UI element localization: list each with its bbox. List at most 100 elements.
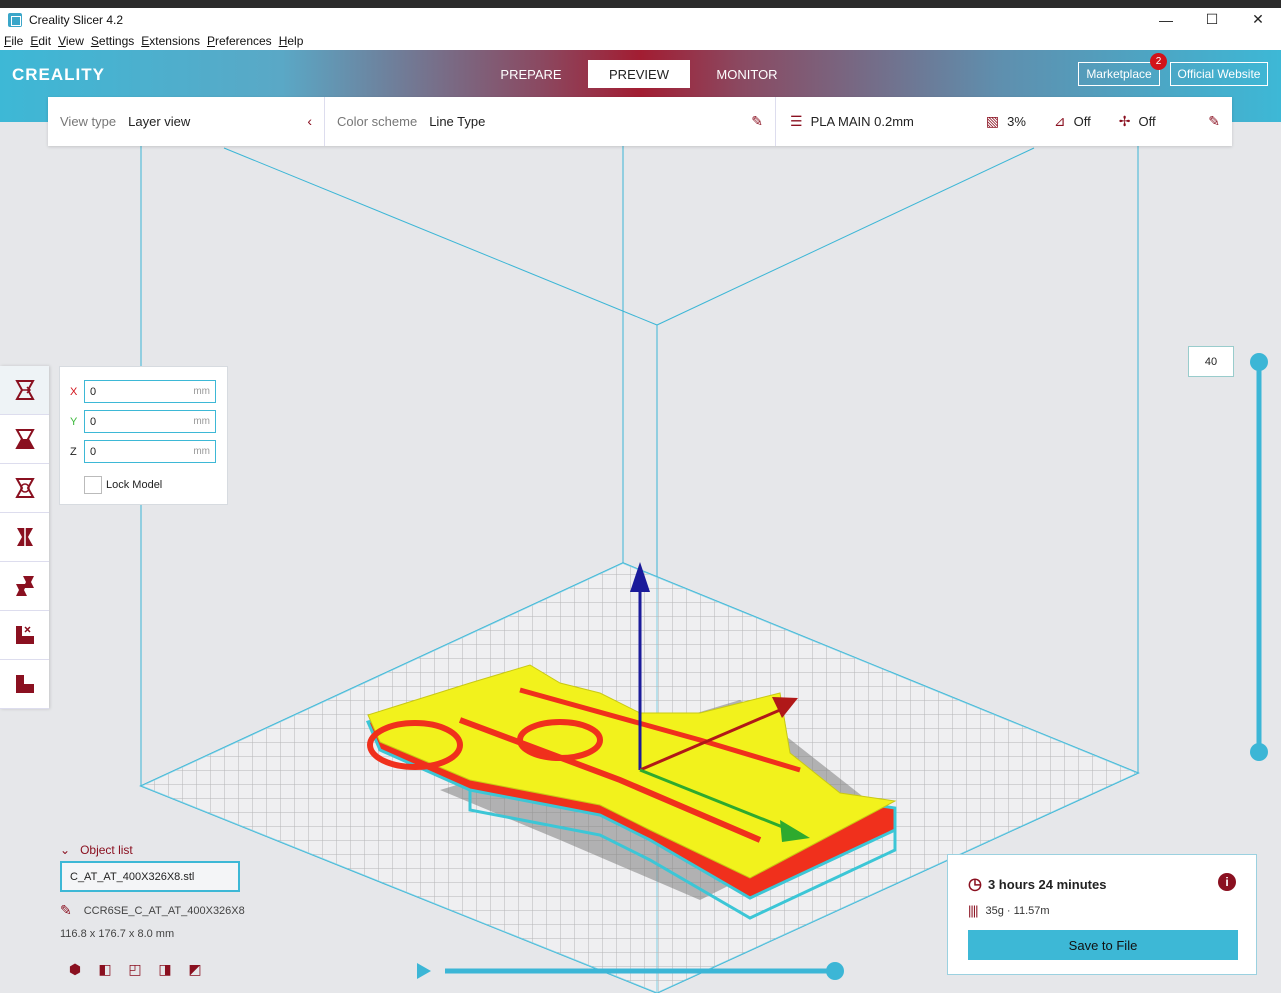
infill-icon: ▧ [985, 113, 1000, 129]
print-time-row: ◷ 3 hours 24 minutes [968, 874, 1106, 894]
window-title: Creality Slicer 4.2 [29, 12, 124, 27]
view-right-icon[interactable]: ◩ [180, 960, 210, 978]
menu-edit[interactable]: Edit [26, 34, 54, 48]
color-scheme-value: Line Type [429, 114, 486, 129]
left-toolbar [0, 366, 49, 709]
view-front-icon[interactable]: ◧ [90, 960, 120, 978]
x-coordinate-row: X 0 mm [70, 380, 216, 403]
tab-monitor[interactable]: MONITOR [696, 60, 798, 88]
menu-extensions[interactable]: Extensions [137, 34, 203, 48]
y-coordinate-input[interactable]: 0 mm [84, 410, 216, 433]
marketplace-notification-badge: 2 [1150, 53, 1167, 70]
stage-tabs: PREPARE PREVIEW MONITOR [480, 60, 804, 88]
y-coordinate-row: Y 0 mm [70, 410, 216, 433]
x-value: 0 [90, 385, 97, 398]
support-item: ⊿ Off [1054, 113, 1091, 130]
color-scheme-label: Color scheme [337, 114, 418, 129]
print-time: 3 hours 24 minutes [987, 876, 1107, 892]
x-unit: mm [193, 386, 210, 397]
marketplace-button[interactable]: Marketplace [1078, 62, 1160, 86]
profile-icon: ☰ [790, 113, 803, 129]
title-bar: Creality Slicer 4.2 — ☐ ✕ [0, 0, 1281, 31]
color-scheme-selector[interactable]: Color scheme Line Type ✎ [325, 97, 776, 146]
material-usage: 35g · 11.57m [985, 904, 1050, 917]
menu-view[interactable]: View [54, 34, 87, 48]
chevron-left-icon[interactable]: ‹ [307, 113, 312, 129]
layer-slider [1250, 353, 1268, 761]
view-top-icon[interactable]: ◰ [120, 960, 150, 978]
job-name-row[interactable]: ✎ CCR6SE_C_AT_AT_400X326X8 [60, 902, 300, 919]
move-icon [14, 380, 35, 400]
mirror-tool-button[interactable] [0, 513, 49, 562]
y-label: Y [70, 415, 78, 428]
infill-item: ▧ 3% [986, 113, 1026, 130]
adhesion-item: ✢ Off [1119, 113, 1156, 130]
lay-flat-icon [15, 675, 34, 693]
object-list-toggle[interactable]: ⌄ Object list [60, 843, 300, 857]
minimize-button[interactable]: — [1143, 8, 1189, 31]
official-website-button[interactable]: Official Website [1170, 62, 1268, 86]
z-coordinate-input[interactable]: 0 mm [84, 440, 216, 463]
z-label: Z [70, 445, 77, 458]
z-value: 0 [90, 445, 97, 458]
z-unit: mm [193, 446, 210, 457]
view-type-value: Layer view [128, 114, 191, 129]
layer-number-input[interactable]: 40 [1188, 346, 1234, 377]
clock-icon: ◷ [968, 876, 982, 893]
per-model-settings-icon [15, 576, 34, 596]
move-tool-panel: X 0 mm Y 0 mm Z 0 mm Lock Model [59, 366, 228, 505]
chevron-down-icon: ⌄ [60, 843, 71, 857]
lock-model-label: Lock Model [106, 479, 163, 491]
profile-item: ☰ PLA MAIN 0.2mm [790, 113, 914, 130]
info-icon[interactable]: i [1218, 873, 1236, 891]
menu-preferences[interactable]: Preferences [203, 34, 275, 48]
lock-model-checkbox[interactable] [84, 476, 102, 494]
pencil-icon[interactable]: ✎ [751, 113, 763, 130]
view-settings-panel: View type Layer view ‹ Color scheme Line… [48, 97, 1232, 146]
support-blocker-button[interactable] [0, 611, 49, 660]
model-dimensions: 116.8 x 176.7 x 8.0 mm [60, 928, 175, 940]
menu-settings[interactable]: Settings [87, 34, 137, 48]
rotate-tool-button[interactable] [0, 464, 49, 513]
camera-view-buttons: ⬢ ◧ ◰ ◨ ◩ [60, 960, 300, 978]
infill-value: 3% [1007, 114, 1026, 129]
filament-icon: |||| [968, 903, 978, 918]
material-usage-row: |||| 35g · 11.57m [968, 903, 1050, 918]
job-name: CCR6SE_C_AT_AT_400X326X8 [83, 904, 245, 917]
y-value: 0 [90, 415, 97, 428]
move-tool-button[interactable] [0, 366, 49, 415]
rotate-icon [14, 478, 35, 498]
lay-flat-button[interactable] [0, 660, 49, 709]
view-3d-icon[interactable]: ⬢ [60, 960, 90, 978]
print-settings-summary[interactable]: ☰ PLA MAIN 0.2mm ▧ 3% ⊿ Off ✢ Off ✎ [776, 97, 1232, 146]
y-unit: mm [193, 416, 210, 427]
object-list-panel: ⌄ Object list C_AT_AT_400X326X8.stl ✎ CC… [60, 843, 300, 978]
view-type-selector[interactable]: View type Layer view ‹ [48, 97, 325, 146]
x-label: X [70, 385, 78, 398]
tab-prepare[interactable]: PREPARE [480, 60, 582, 88]
scale-tool-button[interactable] [0, 415, 49, 464]
scale-icon [14, 429, 35, 449]
creality-logo: CREALITY [12, 65, 105, 84]
menu-file[interactable]: File [0, 34, 26, 48]
support-value: Off [1073, 114, 1091, 129]
maximize-button[interactable]: ☐ [1189, 8, 1235, 31]
save-to-file-button[interactable]: Save to File [968, 930, 1238, 960]
support-icon: ⊿ [1053, 113, 1066, 129]
app-icon [8, 12, 22, 27]
object-list-title: Object list [80, 843, 133, 857]
object-list-item[interactable]: C_AT_AT_400X326X8.stl [60, 861, 240, 892]
tab-preview[interactable]: PREVIEW [588, 60, 690, 88]
z-coordinate-row: Z 0 mm [70, 440, 216, 463]
close-button[interactable]: ✕ [1235, 8, 1281, 31]
profile-name: PLA MAIN 0.2mm [810, 114, 914, 129]
view-left-icon[interactable]: ◨ [150, 960, 180, 978]
menu-help[interactable]: Help [275, 34, 307, 48]
x-coordinate-input[interactable]: 0 mm [84, 380, 216, 403]
mirror-icon [16, 526, 33, 548]
pencil-icon[interactable]: ✎ [60, 902, 72, 919]
view-type-label: View type [60, 114, 117, 129]
pencil-icon[interactable]: ✎ [1208, 113, 1220, 130]
lock-model-row[interactable]: Lock Model [84, 476, 162, 494]
per-model-settings-button[interactable] [0, 562, 49, 611]
